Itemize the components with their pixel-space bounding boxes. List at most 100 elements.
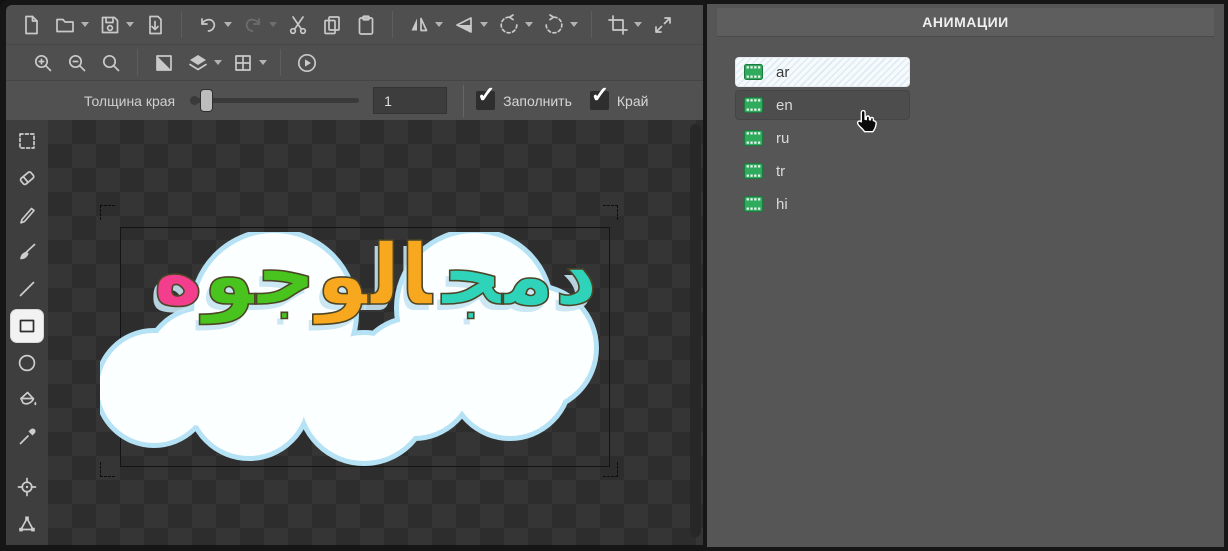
layers-dropdown-arrow[interactable] bbox=[214, 60, 222, 65]
vertical-scrollbar[interactable] bbox=[690, 124, 701, 537]
grid-icon bbox=[232, 52, 254, 74]
zoom-out-icon bbox=[66, 52, 88, 74]
animation-item-tr[interactable]: tr bbox=[736, 157, 909, 185]
selection-corner-handle[interactable] bbox=[603, 205, 618, 220]
undo-button[interactable] bbox=[191, 8, 225, 42]
zoom-in-button[interactable] bbox=[26, 46, 60, 80]
checkbox-fill[interactable]: ✓Заполнить bbox=[476, 91, 572, 110]
flip-horizontal-dropdown-arrow[interactable] bbox=[435, 22, 443, 27]
tool-line[interactable] bbox=[11, 273, 43, 305]
ellipse-icon bbox=[16, 352, 38, 374]
bucket-icon bbox=[16, 389, 38, 411]
artwork-arabic-text: دمجالوجوه bbox=[153, 233, 597, 317]
film-strip-icon bbox=[744, 97, 763, 113]
resize-icon bbox=[652, 14, 674, 36]
paste-button[interactable] bbox=[349, 8, 383, 42]
tool-shape-nodes[interactable] bbox=[11, 508, 43, 540]
check-icon: ✓ bbox=[591, 84, 609, 106]
edge-thickness-label: Толщина края bbox=[84, 93, 175, 109]
zoom-button[interactable] bbox=[94, 46, 128, 80]
zoom-icon bbox=[100, 52, 122, 74]
play-icon bbox=[296, 52, 318, 74]
film-strip-icon bbox=[744, 196, 763, 212]
redo-button bbox=[236, 8, 270, 42]
save-icon bbox=[99, 14, 121, 36]
flip-vertical-button[interactable] bbox=[447, 8, 481, 42]
rotate-right-button[interactable] bbox=[537, 8, 571, 42]
flip-vertical-dropdown-arrow[interactable] bbox=[480, 22, 488, 27]
preview-play-button[interactable] bbox=[290, 46, 324, 80]
selection-corner-handle[interactable] bbox=[100, 205, 115, 220]
flip-h-icon bbox=[408, 14, 430, 36]
slider-track-cap bbox=[190, 96, 199, 105]
animation-item-hi[interactable]: hi bbox=[736, 190, 909, 218]
options-bar: Толщина края 1 ✓Заполнить ✓Край bbox=[6, 80, 703, 120]
tool-pivot-point[interactable] bbox=[11, 471, 43, 503]
checkbox-box[interactable]: ✓ bbox=[590, 91, 609, 110]
rotate-left-dropdown-arrow[interactable] bbox=[525, 22, 533, 27]
separator bbox=[463, 85, 464, 117]
checkbox-box[interactable]: ✓ bbox=[476, 91, 495, 110]
crop-icon bbox=[607, 14, 629, 36]
resize-button[interactable] bbox=[646, 8, 680, 42]
toolbar-block: Толщина края 1 ✓Заполнить ✓Край bbox=[6, 5, 703, 120]
import-image-button[interactable] bbox=[138, 8, 172, 42]
tool-eraser[interactable] bbox=[11, 162, 43, 194]
slider-thumb[interactable] bbox=[201, 90, 212, 111]
rotate-right-dropdown-arrow[interactable] bbox=[570, 22, 578, 27]
select-icon bbox=[16, 130, 38, 152]
rotate-ccw-icon bbox=[498, 14, 520, 36]
contrast-icon bbox=[153, 52, 175, 74]
toolbar-separator bbox=[280, 49, 281, 76]
animation-label: tr bbox=[776, 163, 785, 180]
redo-icon bbox=[242, 14, 264, 36]
animation-item-ar[interactable]: ar bbox=[736, 58, 909, 86]
animation-label: ru bbox=[776, 130, 789, 147]
tool-eyedropper[interactable] bbox=[11, 421, 43, 453]
film-strip-icon bbox=[744, 64, 763, 80]
redo-dropdown-arrow[interactable] bbox=[269, 22, 277, 27]
undo-dropdown-arrow[interactable] bbox=[224, 22, 232, 27]
tool-brush[interactable] bbox=[11, 236, 43, 268]
new-file-button[interactable] bbox=[14, 8, 48, 42]
grid-button[interactable] bbox=[226, 46, 260, 80]
zoom-out-button[interactable] bbox=[60, 46, 94, 80]
rotate-cw-icon bbox=[543, 14, 565, 36]
flip-horizontal-button[interactable] bbox=[402, 8, 436, 42]
drawing-canvas[interactable]: دمجالوجوه bbox=[48, 120, 703, 545]
nodes-icon bbox=[16, 513, 38, 535]
art-text-segment: الو bbox=[316, 226, 432, 324]
rect-icon bbox=[16, 315, 38, 337]
tool-pencil[interactable] bbox=[11, 199, 43, 231]
film-strip-icon bbox=[744, 130, 763, 146]
tool-select-marquee[interactable] bbox=[11, 125, 43, 157]
layers-button[interactable] bbox=[181, 46, 215, 80]
animation-list: ar en ru tr hi bbox=[736, 58, 1224, 218]
cut-button[interactable] bbox=[281, 8, 315, 42]
background-contrast-button[interactable] bbox=[147, 46, 181, 80]
tool-fill-bucket[interactable] bbox=[11, 384, 43, 416]
edge-thickness-value[interactable]: 1 bbox=[373, 87, 447, 114]
animation-item-en[interactable]: en bbox=[736, 91, 909, 119]
panel-title: АНИМАЦИИ bbox=[717, 8, 1214, 37]
checkbox-edge[interactable]: ✓Край bbox=[590, 91, 649, 110]
layers-icon bbox=[187, 52, 209, 74]
rotate-left-button[interactable] bbox=[492, 8, 526, 42]
line-icon bbox=[16, 278, 38, 300]
open-file-button[interactable] bbox=[48, 8, 82, 42]
checkbox-group: ✓Заполнить ✓Край bbox=[476, 91, 666, 110]
edge-thickness-slider[interactable] bbox=[195, 98, 359, 103]
save-dropdown-arrow[interactable] bbox=[126, 22, 134, 27]
grid-dropdown-arrow[interactable] bbox=[259, 60, 267, 65]
new-file-icon bbox=[20, 14, 42, 36]
save-button[interactable] bbox=[93, 8, 127, 42]
tool-ellipse[interactable] bbox=[11, 347, 43, 379]
crop-button[interactable] bbox=[601, 8, 635, 42]
copy-button[interactable] bbox=[315, 8, 349, 42]
crop-dropdown-arrow[interactable] bbox=[634, 22, 642, 27]
image-editor-window: Толщина края 1 ✓Заполнить ✓Край دمجالوجوه… bbox=[0, 0, 1228, 551]
animation-item-ru[interactable]: ru bbox=[736, 124, 909, 152]
tool-rectangle[interactable] bbox=[11, 310, 43, 342]
paste-icon bbox=[355, 14, 377, 36]
open-file-dropdown-arrow[interactable] bbox=[81, 22, 89, 27]
